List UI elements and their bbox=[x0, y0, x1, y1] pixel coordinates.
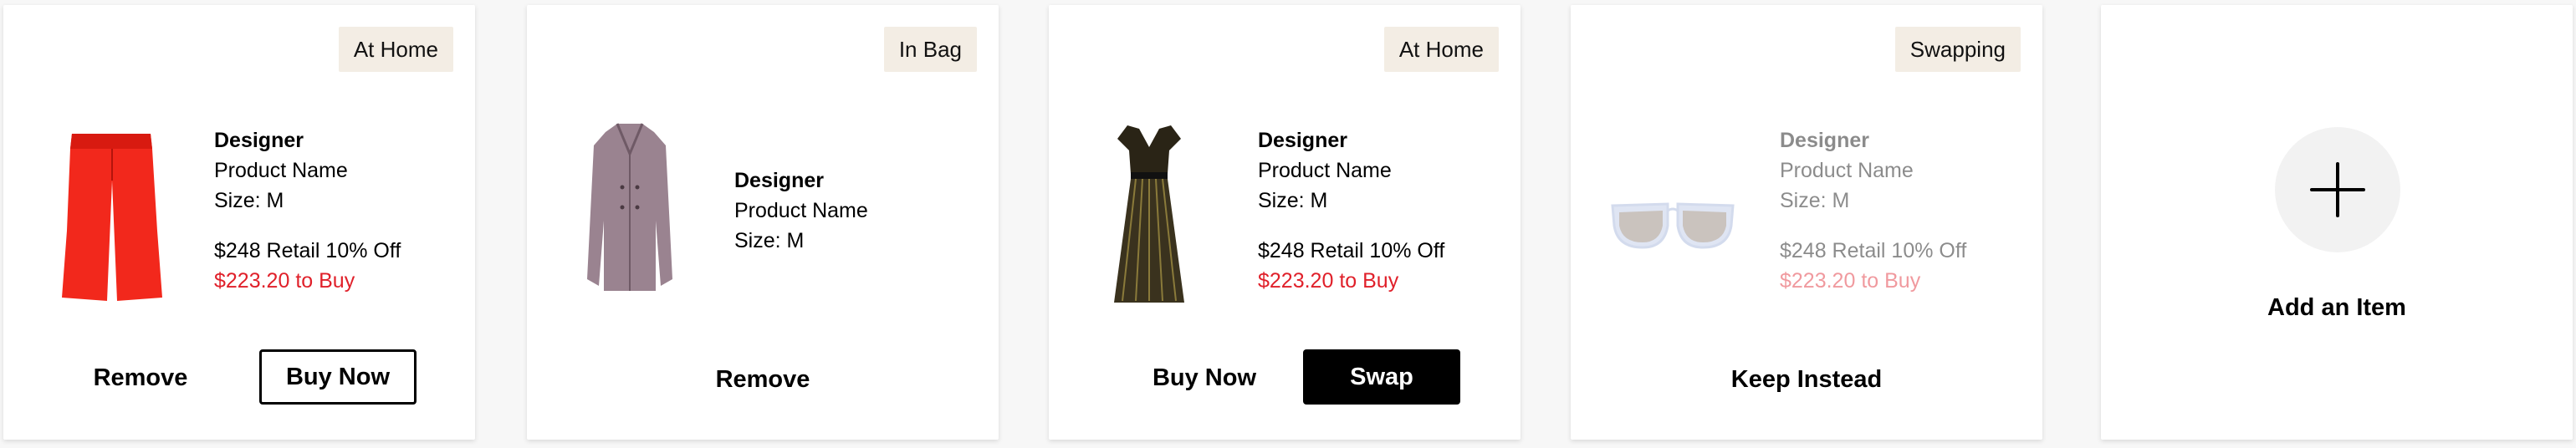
product-name: Product Name bbox=[1258, 159, 1392, 182]
product-name: Product Name bbox=[734, 199, 868, 222]
clear-sunglasses-image bbox=[1611, 202, 1735, 249]
product-details: Designer Product Name Size: M $248 Retai… bbox=[214, 125, 401, 296]
add-item-button[interactable] bbox=[2275, 127, 2400, 252]
remove-button[interactable]: Remove bbox=[679, 364, 846, 395]
black-gold-dress-image bbox=[1114, 125, 1184, 303]
buy-now-button[interactable]: Buy Now bbox=[259, 349, 417, 405]
retail-price: $248 Retail 10% Off bbox=[1780, 239, 1967, 262]
item-card-3: At Home Designer Product Name Size: M $2… bbox=[1049, 5, 1521, 440]
item-card-2: In Bag Designer Product Name Size: M Rem… bbox=[527, 5, 999, 440]
status-badge: At Home bbox=[338, 27, 453, 72]
product-size: Size: M bbox=[1780, 189, 1850, 212]
product-details: Designer Product Name Size: M $248 Retai… bbox=[1258, 125, 1444, 296]
status-badge: Swapping bbox=[1894, 27, 2021, 72]
retail-price: $248 Retail 10% Off bbox=[1258, 239, 1445, 262]
red-culottes-image bbox=[62, 134, 162, 301]
retail-price: $248 Retail 10% Off bbox=[214, 239, 401, 262]
product-details: Designer Product Name Size: M $248 Retai… bbox=[1780, 125, 1966, 296]
product-name: Product Name bbox=[214, 159, 348, 182]
remove-button[interactable]: Remove bbox=[70, 363, 211, 393]
buy-price: $223.20 to Buy bbox=[1780, 269, 1921, 293]
mauve-coat-image bbox=[587, 123, 672, 291]
designer-name: Designer bbox=[1780, 129, 1869, 152]
product-details: Designer Product Name Size: M bbox=[734, 165, 868, 256]
designer-name: Designer bbox=[734, 169, 824, 192]
buy-now-button[interactable]: Buy Now bbox=[1126, 363, 1283, 393]
product-size: Size: M bbox=[734, 229, 805, 252]
status-badge: In Bag bbox=[883, 27, 977, 72]
product-name: Product Name bbox=[1780, 159, 1914, 182]
plus-icon bbox=[2310, 162, 2365, 217]
buy-price: $223.20 to Buy bbox=[1258, 269, 1399, 293]
item-card-1: At Home Designer Product Name Size: M $2… bbox=[3, 5, 475, 440]
keep-instead-button[interactable]: Keep Instead bbox=[1706, 364, 1907, 395]
designer-name: Designer bbox=[1258, 129, 1347, 152]
product-size: Size: M bbox=[214, 189, 284, 212]
product-size: Size: M bbox=[1258, 189, 1328, 212]
status-badge: At Home bbox=[1383, 27, 1499, 72]
swap-button[interactable]: Swap bbox=[1303, 349, 1460, 405]
buy-price: $223.20 to Buy bbox=[214, 269, 355, 293]
add-item-card[interactable]: Add an Item bbox=[2101, 5, 2573, 440]
add-item-label: Add an Item bbox=[2267, 294, 2406, 321]
item-card-4: Swapping Designer Product Name Size: M $… bbox=[1571, 5, 2042, 440]
designer-name: Designer bbox=[214, 129, 304, 152]
